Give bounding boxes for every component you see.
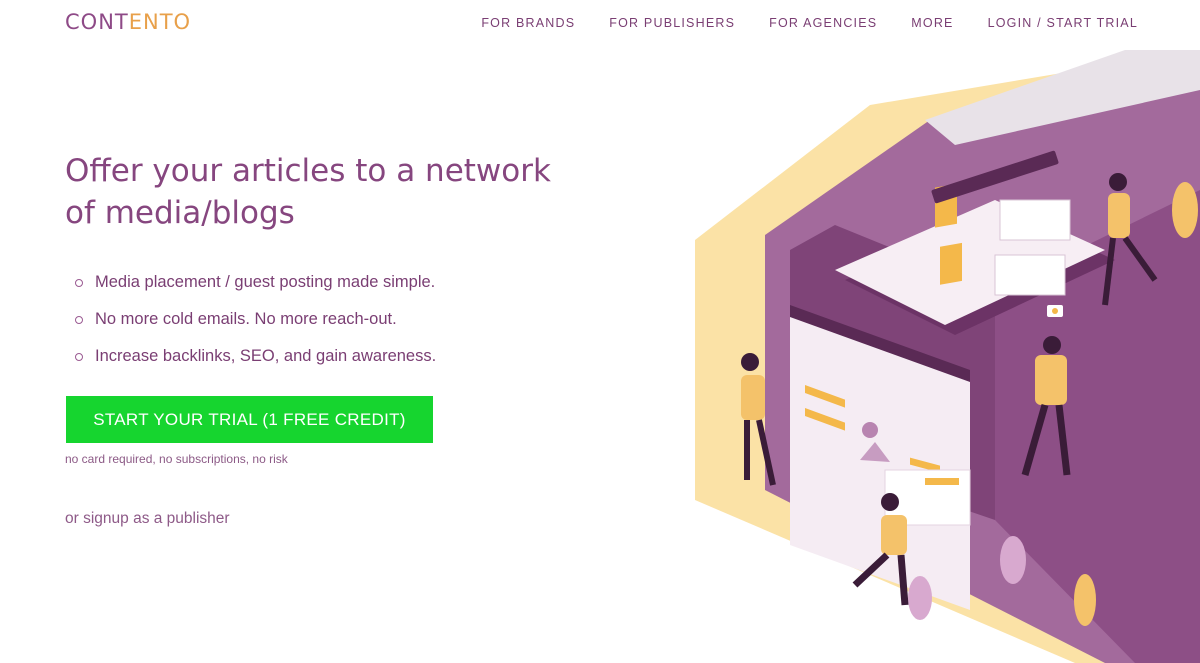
publisher-signup-link[interactable]: or signup as a publisher — [65, 510, 230, 528]
start-trial-button[interactable]: START YOUR TRIAL (1 FREE CREDIT) — [66, 396, 433, 443]
feature-item: Media placement / guest posting made sim… — [75, 272, 436, 292]
top-panel-card — [940, 242, 962, 285]
feature-item: No more cold emails. No more reach-out. — [75, 309, 436, 329]
tree-icon — [1074, 574, 1096, 626]
top-panel-image-card — [999, 199, 1071, 241]
nav-login-start-trial[interactable]: LOGIN / START TRIAL — [988, 16, 1138, 30]
tree-icon — [908, 576, 932, 620]
main-menu: FOR BRANDS FOR PUBLISHERS FOR AGENCIES M… — [481, 16, 1138, 30]
nav-for-agencies[interactable]: FOR AGENCIES — [769, 16, 877, 30]
hero-headline: Offer your articles to a network of medi… — [65, 150, 625, 234]
logo-text-part2: ENTO — [128, 10, 192, 34]
logo-text-part1: CONT — [65, 10, 129, 34]
nav-for-brands[interactable]: FOR BRANDS — [481, 16, 575, 30]
tree-icon — [1172, 182, 1198, 238]
floating-card-highlight — [925, 478, 959, 485]
contento-logo[interactable]: CONTENTO — [65, 10, 191, 34]
nav-for-publishers[interactable]: FOR PUBLISHERS — [609, 16, 735, 30]
feature-list: Media placement / guest posting made sim… — [75, 272, 436, 383]
front-window-avatar — [862, 422, 878, 438]
feature-item: Increase backlinks, SEO, and gain awaren… — [75, 346, 436, 366]
nav-more[interactable]: MORE — [911, 16, 953, 30]
headline-line-1: Offer your articles to a network — [65, 153, 551, 189]
headline-line-2: of media/blogs — [65, 195, 295, 231]
hero-illustration — [695, 50, 1200, 663]
top-panel-image-card — [994, 254, 1066, 296]
top-navigation: CONTENTO FOR BRANDS FOR PUBLISHERS FOR A… — [0, 0, 1200, 46]
cta-note: no card required, no subscriptions, no r… — [65, 452, 288, 466]
tree-icon — [1000, 536, 1026, 584]
